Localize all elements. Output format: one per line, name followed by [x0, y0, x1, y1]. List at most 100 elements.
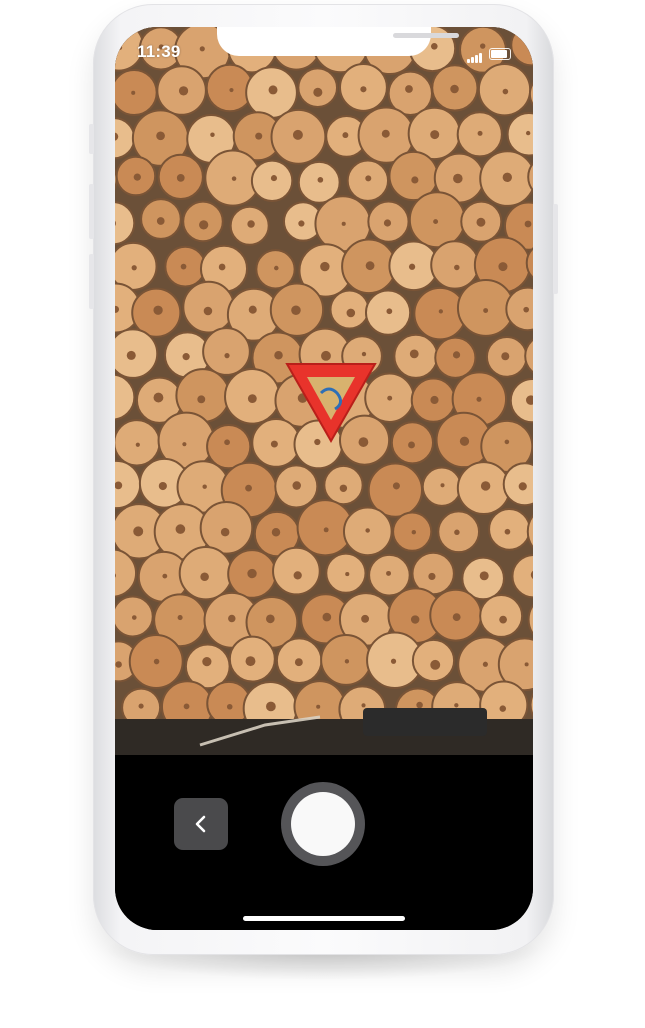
log-core	[266, 701, 276, 712]
log-core	[292, 481, 301, 490]
log-core	[345, 572, 350, 577]
log-end	[250, 159, 294, 202]
log-core	[524, 220, 532, 228]
log-core	[231, 176, 237, 181]
log-core	[342, 132, 349, 139]
log-core	[452, 351, 461, 359]
back-button[interactable]	[174, 798, 228, 850]
battery-icon	[489, 48, 511, 60]
shutter-circle-icon	[291, 792, 355, 856]
log-core	[271, 528, 281, 537]
log-end	[115, 68, 158, 117]
log-core	[480, 481, 491, 491]
log-core	[202, 657, 212, 667]
log-core	[387, 395, 393, 401]
log-core	[454, 703, 459, 708]
camera-viewfinder[interactable]: 11:39	[115, 27, 533, 755]
log-core	[365, 175, 372, 182]
log-core	[199, 46, 205, 52]
log-core	[294, 658, 303, 667]
log-core	[477, 130, 483, 136]
log-core	[410, 615, 420, 624]
log-end	[297, 67, 339, 108]
log-core	[317, 177, 324, 183]
mute-switch	[89, 124, 94, 154]
log-core	[430, 130, 440, 140]
log-core	[411, 529, 417, 535]
log-core	[131, 90, 136, 95]
log-core	[430, 395, 439, 405]
log-core	[479, 571, 489, 581]
log-core	[430, 42, 438, 50]
log-core	[115, 661, 122, 668]
log-core	[390, 658, 397, 664]
log-core	[501, 352, 510, 361]
log-core	[450, 84, 459, 94]
log-core	[430, 659, 441, 670]
log-core	[459, 436, 470, 446]
log-core	[482, 661, 488, 667]
log-core	[502, 172, 512, 183]
log-end	[199, 501, 254, 555]
log-core	[341, 221, 346, 226]
log-core	[274, 265, 279, 271]
log-core	[416, 701, 423, 709]
log-core	[440, 483, 445, 488]
log-core	[361, 351, 367, 357]
log-core	[178, 86, 189, 96]
log-core	[293, 571, 302, 580]
log-core	[229, 87, 234, 93]
log-core	[433, 219, 439, 225]
log-core	[131, 265, 137, 271]
volume-up-button	[89, 184, 94, 239]
log-core	[182, 442, 187, 447]
log-core	[320, 261, 330, 272]
log-core	[156, 217, 165, 225]
log-core	[314, 438, 321, 446]
camera-preview-image	[115, 27, 533, 755]
log-end	[488, 508, 531, 551]
log-core	[483, 308, 489, 313]
log-core	[291, 305, 301, 316]
log-end	[479, 593, 524, 638]
log-core	[524, 662, 529, 667]
log-core	[247, 220, 255, 228]
log-core	[247, 568, 257, 579]
log-core	[292, 129, 303, 140]
log-core	[117, 45, 123, 50]
status-time: 11:39	[137, 42, 181, 61]
log-end	[202, 327, 251, 376]
log-core	[131, 615, 137, 620]
log-core	[409, 349, 419, 359]
log-core	[365, 261, 375, 271]
log-core	[162, 573, 168, 579]
log-core	[220, 527, 230, 537]
log-core	[504, 439, 510, 445]
log-core	[156, 131, 165, 141]
log-end	[115, 328, 159, 379]
log-core	[498, 262, 508, 272]
log-core	[386, 308, 393, 315]
log-core	[316, 704, 321, 709]
log-core	[177, 614, 183, 621]
log-core	[381, 129, 390, 138]
shutter-button[interactable]	[281, 782, 365, 866]
log-core	[175, 524, 186, 534]
log-core	[499, 615, 507, 624]
earpiece-speaker	[393, 33, 459, 38]
log-core	[247, 394, 257, 404]
log-core	[344, 659, 350, 664]
home-indicator[interactable]	[243, 916, 405, 921]
log-core	[183, 703, 190, 710]
log-core	[158, 481, 167, 491]
log-core	[476, 396, 482, 402]
log-core	[182, 353, 190, 361]
log-core	[365, 528, 370, 533]
log-core	[438, 309, 443, 314]
log-core	[454, 264, 460, 271]
log-core	[322, 612, 332, 622]
log-core	[176, 174, 185, 182]
log-core	[133, 173, 141, 181]
log-core	[228, 614, 236, 623]
log-core	[224, 439, 230, 446]
